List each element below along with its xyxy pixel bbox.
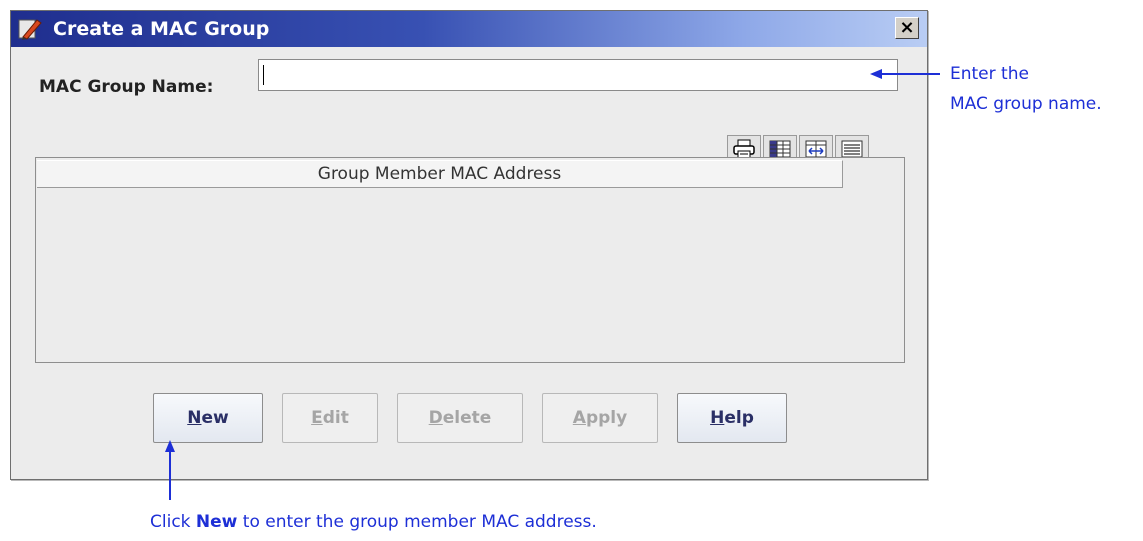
app-icon	[17, 17, 43, 41]
title-bar[interactable]: Create a MAC Group ×	[11, 11, 927, 47]
column-header-mac-address[interactable]: Group Member MAC Address	[37, 160, 843, 188]
apply-button-label: Apply	[572, 408, 628, 428]
delete-button-label: Delete	[428, 408, 492, 428]
mac-group-name-input[interactable]	[258, 59, 898, 91]
close-button[interactable]: ×	[895, 17, 919, 39]
table-select-icon	[768, 139, 792, 159]
help-button-label: Help	[710, 408, 754, 428]
text-cursor	[263, 65, 264, 85]
new-button-label: New	[187, 408, 229, 428]
name-hint-line1: Enter the	[950, 64, 1029, 84]
mac-group-name-label: MAC Group Name:	[39, 77, 214, 97]
delete-button[interactable]: Delete	[397, 393, 523, 443]
new-button[interactable]: New	[153, 393, 263, 443]
edit-button[interactable]: Edit	[282, 393, 378, 443]
create-mac-group-dialog: Create a MAC Group × MAC Group Name: Gro…	[10, 10, 928, 480]
name-hint-line2: MAC group name.	[950, 94, 1102, 114]
new-hint-arrow	[165, 440, 175, 500]
mac-address-table[interactable]: Group Member MAC Address	[35, 157, 905, 363]
new-hint-bold: New	[195, 512, 238, 532]
fit-columns-icon	[804, 139, 828, 159]
button-row: New Edit Delete Apply Help	[153, 393, 787, 443]
new-hint-suffix: to enter the group member MAC address.	[237, 512, 597, 532]
name-hint-arrow	[870, 69, 940, 79]
window-title: Create a MAC Group	[53, 18, 270, 40]
new-hint-prefix: Click	[150, 512, 196, 532]
close-icon: ×	[899, 17, 915, 38]
new-hint: Click New to enter the group member MAC …	[150, 512, 597, 532]
edit-button-label: Edit	[311, 408, 349, 428]
help-button[interactable]: Help	[677, 393, 787, 443]
apply-button[interactable]: Apply	[542, 393, 658, 443]
print-icon	[732, 139, 756, 159]
list-view-icon	[840, 139, 864, 159]
